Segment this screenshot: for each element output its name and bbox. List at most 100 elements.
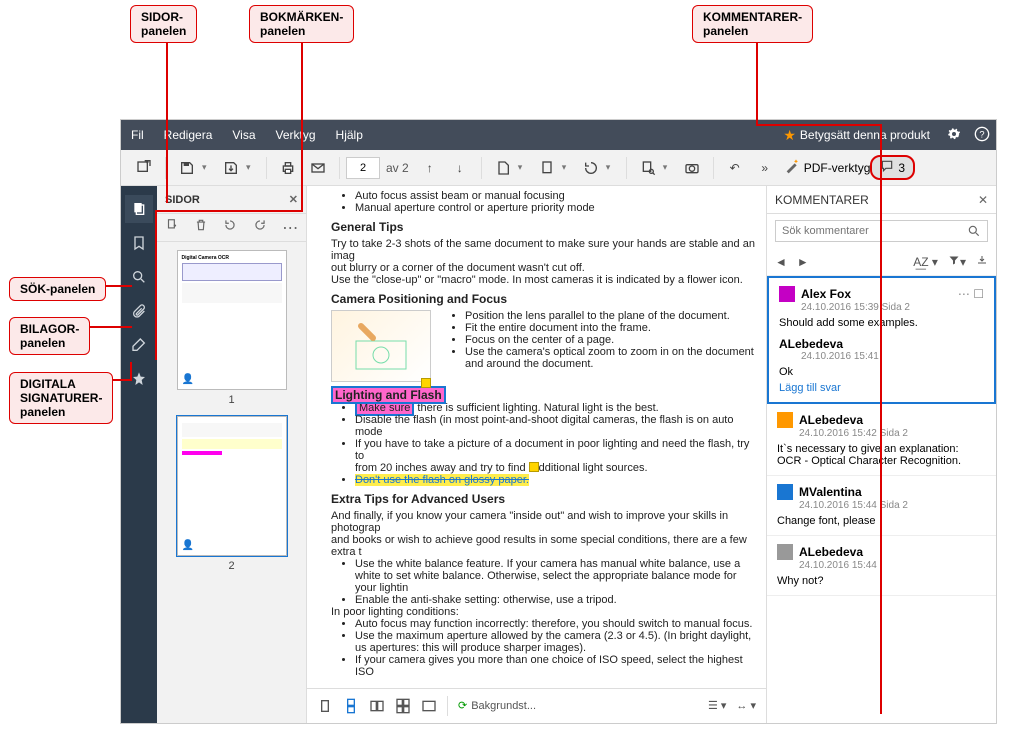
settings-icon[interactable] xyxy=(946,126,962,145)
comment-color-swatch xyxy=(777,484,793,500)
comments-panel-title: KOMMENTARER xyxy=(775,193,869,207)
page-thumbnail-2[interactable]: 👤 xyxy=(177,416,287,556)
print-button[interactable] xyxy=(276,156,300,180)
toolbar: ▾ ▾ av 2 ↑ ↓ ▾ ▾ ▾ ▾ ↶ » PDF-verktyg xyxy=(121,150,996,186)
comment-meta: 24.10.2016 15:42 Sida 2 xyxy=(799,428,986,439)
callout-kommentarer: KOMMENTARER- panelen xyxy=(692,5,813,43)
camera-image xyxy=(331,310,431,382)
search-icon[interactable] xyxy=(961,221,987,241)
callout-sidor: SIDOR- panelen xyxy=(130,5,197,43)
person-icon: 👤 xyxy=(182,374,194,385)
comments-panel-close[interactable]: ✕ xyxy=(978,193,988,207)
page-up-button[interactable]: ↑ xyxy=(418,156,442,180)
callout-signaturer: DIGITALA SIGNATURER- panelen xyxy=(9,372,113,424)
menu-tools[interactable]: Verktyg xyxy=(266,128,326,142)
pages-panel-title: SIDOR xyxy=(165,194,200,206)
new-tab-button[interactable] xyxy=(132,156,156,180)
status-bar: ⟳Bakgrundst... ☰ ▾ ↔ ▾ xyxy=(307,688,766,722)
rotate-left-icon[interactable] xyxy=(223,218,237,237)
thumb-label-2: 2 xyxy=(165,560,298,572)
save-as-dropdown[interactable]: ▾ xyxy=(246,162,254,173)
person-icon: 👤 xyxy=(182,540,194,551)
save-button[interactable] xyxy=(175,156,199,180)
comment-color-swatch xyxy=(777,544,793,560)
comment-search-input[interactable] xyxy=(776,221,961,241)
star-icon: ★ xyxy=(783,127,796,144)
thumb-label-1: 1 xyxy=(165,394,298,406)
delete-page-icon[interactable] xyxy=(194,218,208,237)
svg-text:?: ? xyxy=(979,129,984,139)
two-page-view[interactable] xyxy=(369,698,385,714)
more-button[interactable]: » xyxy=(753,156,777,180)
pages-panel-close[interactable]: ✕ xyxy=(289,193,298,206)
sticky-note-icon[interactable] xyxy=(529,462,539,472)
comment-meta: 24.10.2016 15:44 xyxy=(799,560,986,571)
bookmarks-tab-icon[interactable] xyxy=(125,229,153,257)
pages-more-icon[interactable]: ⋯ xyxy=(282,218,298,238)
comment-meta: 24.10.2016 15:44 Sida 2 xyxy=(799,500,986,511)
reply-author: ALebedeva xyxy=(779,337,843,351)
callout-sok: SÖK-panelen xyxy=(9,277,106,301)
next-comment[interactable]: ► xyxy=(797,255,809,269)
comments-button[interactable]: 3 xyxy=(870,155,915,180)
heading-general-tips: General Tips xyxy=(331,220,756,234)
sort-comments[interactable]: A͟Z ▾ xyxy=(913,255,938,269)
page-tool-button[interactable] xyxy=(535,156,559,180)
email-button[interactable] xyxy=(306,156,330,180)
help-icon[interactable]: ? xyxy=(974,126,990,145)
pages-tab-icon[interactable] xyxy=(125,195,153,223)
save-dropdown[interactable]: ▾ xyxy=(202,162,210,173)
fit-width[interactable]: ↔ ▾ xyxy=(736,699,756,712)
menu-help[interactable]: Hjälp xyxy=(326,128,373,142)
add-page-icon[interactable] xyxy=(165,218,179,237)
save-as-button[interactable] xyxy=(219,156,243,180)
callout-bilagor: BILAGOR- panelen xyxy=(9,317,90,355)
menu-edit[interactable]: Redigera xyxy=(154,128,223,142)
camera-button[interactable] xyxy=(680,156,704,180)
two-page-cont-view[interactable] xyxy=(395,698,411,714)
comment-author: ALebedeva xyxy=(799,545,863,559)
comment-author: MValentina xyxy=(799,485,862,499)
rotate-right-icon[interactable] xyxy=(253,218,267,237)
prev-comment[interactable]: ◄ xyxy=(775,255,787,269)
page-total-label: av 2 xyxy=(386,161,409,175)
continuous-view[interactable] xyxy=(343,698,359,714)
rate-product-link[interactable]: Betygsätt denna produkt xyxy=(800,128,940,142)
expand-comments[interactable] xyxy=(976,254,988,269)
reply-meta: 24.10.2016 15:41 xyxy=(801,351,984,362)
undo-button[interactable]: ↶ xyxy=(723,156,747,180)
background-task[interactable]: ⟳Bakgrundst... xyxy=(458,699,536,712)
rotate-button[interactable] xyxy=(579,156,603,180)
search-page-button[interactable] xyxy=(636,156,660,180)
pdf-tools-button[interactable]: PDF-verktyg xyxy=(784,158,871,177)
page-input[interactable] xyxy=(346,157,380,179)
signatures-tab-icon[interactable] xyxy=(125,331,153,359)
page-thumbnail-1[interactable]: Digital Camera OCR 👤 xyxy=(177,250,287,390)
menu-view[interactable]: Visa xyxy=(222,128,265,142)
document-viewer[interactable]: Auto focus assist beam or manual focusin… xyxy=(307,186,766,723)
strikeout-text[interactable]: Don't use the flash on glossy paper. xyxy=(355,474,529,486)
wand-icon xyxy=(784,158,800,177)
comment-color-swatch xyxy=(777,412,793,428)
menu-file[interactable]: Fil xyxy=(121,128,154,142)
filter-comments[interactable]: ▾ xyxy=(948,254,966,269)
attachments-tab-icon[interactable] xyxy=(125,297,153,325)
comment-icon xyxy=(880,159,894,176)
callout-bokmarken: BOKMÄRKEN- panelen xyxy=(249,5,354,43)
attach-button[interactable] xyxy=(491,156,515,180)
highlighted-heading[interactable]: Lighting and Flash xyxy=(331,386,446,404)
comment-author: Alex Fox xyxy=(801,287,851,301)
comment-meta: 24.10.2016 15:39 Sida 2 xyxy=(801,302,984,313)
single-page-view[interactable] xyxy=(317,698,333,714)
comment-color-swatch xyxy=(779,286,795,302)
comment-menu[interactable]: ⋯ ☐ xyxy=(958,287,984,301)
page-down-button[interactable]: ↓ xyxy=(448,156,472,180)
fullscreen-view[interactable] xyxy=(421,698,437,714)
left-rail xyxy=(121,186,157,723)
sticky-note-icon[interactable] xyxy=(421,378,431,388)
heading-camera-pos: Camera Positioning and Focus xyxy=(331,292,756,306)
comment-author: ALebedeva xyxy=(799,413,863,427)
pages-panel-tools: ⋯ xyxy=(157,214,306,242)
fit-hamburger[interactable]: ☰ ▾ xyxy=(708,699,726,712)
pages-panel: SIDOR ✕ ⋯ Digital Camera OCR 👤 1 xyxy=(157,186,307,723)
